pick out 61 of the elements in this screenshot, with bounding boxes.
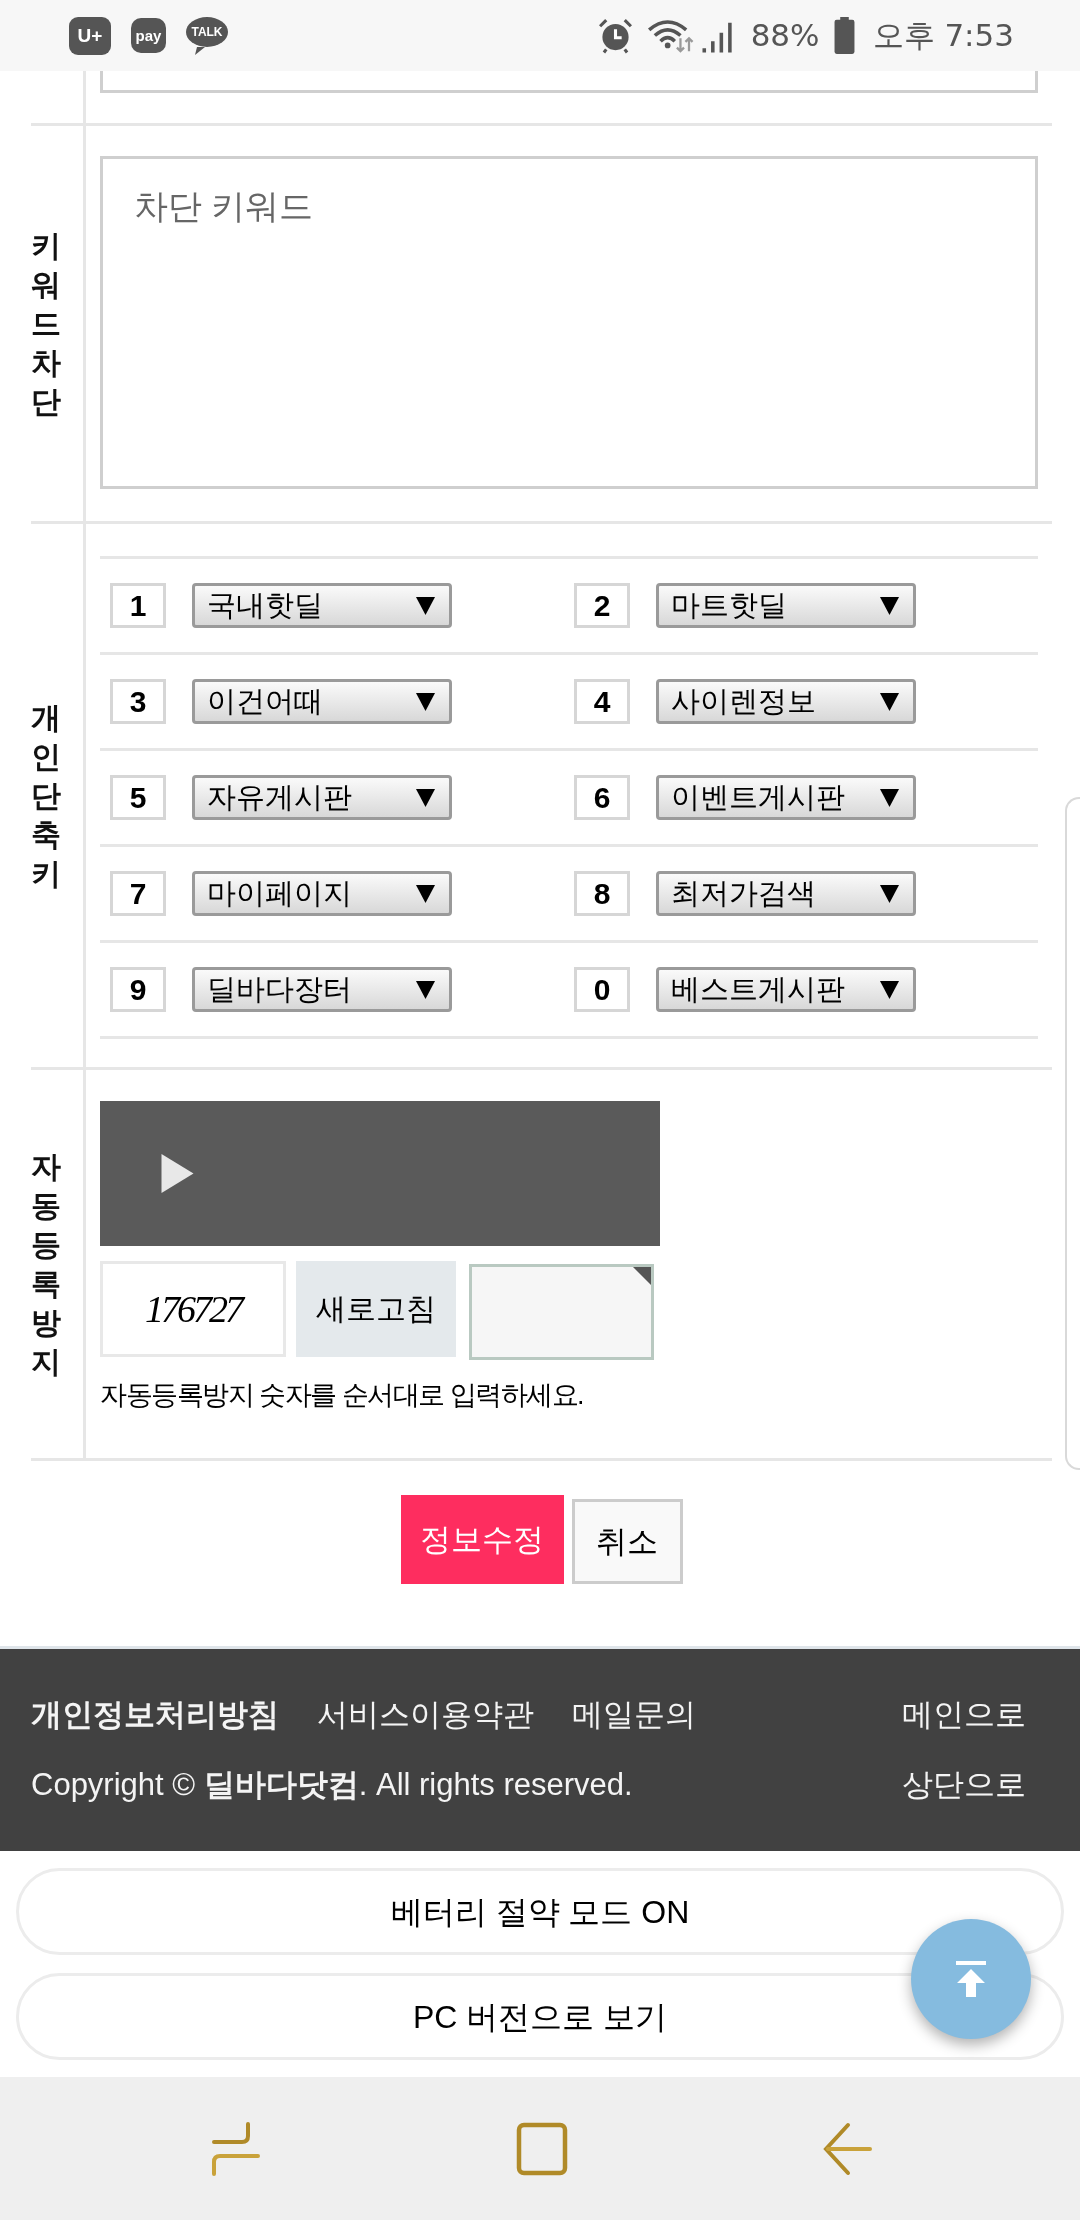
- footer-link[interactable]: 개인정보처리방침: [31, 1694, 279, 1736]
- clock-time: 오후 7:53: [872, 20, 1014, 51]
- edge-panel-handle[interactable]: [1065, 797, 1080, 1470]
- caret-icon: [416, 980, 435, 999]
- board-select[interactable]: 마트핫딜: [656, 583, 916, 628]
- board-select[interactable]: 최저가검색: [656, 871, 916, 916]
- board-select[interactable]: 국내핫딜: [192, 583, 452, 628]
- refresh-button[interactable]: 새로고침: [296, 1261, 456, 1357]
- board-select[interactable]: 딜바다장터: [192, 967, 452, 1012]
- shortcut-number: 4: [574, 679, 630, 724]
- shortcut-number: 8: [574, 871, 630, 916]
- shortcut-number: 6: [574, 775, 630, 820]
- footer-link[interactable]: 서비스이용약관: [317, 1694, 534, 1736]
- section-label: 자동등록방지: [31, 1149, 61, 1380]
- footer-link[interactable]: 메인으로: [902, 1694, 1026, 1736]
- pill-button[interactable]: 베터리 절약 모드 ON: [16, 1868, 1064, 1955]
- recent-apps-icon[interactable]: [212, 2121, 262, 2176]
- carrier-icon: U+: [69, 16, 111, 55]
- pill-button[interactable]: PC 버전으로 보기: [16, 1973, 1064, 2060]
- shortcut-number: 1: [110, 583, 166, 628]
- caret-icon: [416, 692, 435, 711]
- alarm-icon: [596, 17, 634, 54]
- submit-button[interactable]: 정보수정: [400, 1495, 564, 1584]
- section-label: 키워드차단: [31, 228, 61, 420]
- board-select[interactable]: 이건어때: [192, 679, 452, 724]
- shortcut-number: 3: [110, 679, 166, 724]
- board-select[interactable]: 이벤트게시판: [656, 775, 916, 820]
- caret-icon: [416, 884, 435, 903]
- home-icon[interactable]: [516, 2121, 568, 2176]
- shortcut-number: 5: [110, 775, 166, 820]
- caret-icon: [880, 980, 899, 999]
- battery-percent: 88%: [750, 20, 820, 51]
- play-icon[interactable]: [161, 1154, 194, 1193]
- caret-icon: [880, 884, 899, 903]
- footer-link[interactable]: 메일문의: [572, 1694, 696, 1736]
- copyright-text: Copyright © 딜바다닷컴. All rights reserved.: [31, 1766, 633, 1804]
- corner-marker-icon: [633, 1267, 651, 1285]
- captcha-image: 176727: [100, 1261, 286, 1357]
- keyword-textarea[interactable]: 차단 키워드: [100, 156, 1038, 489]
- cancel-button[interactable]: 취소: [571, 1499, 683, 1584]
- section-label: 개인단축키: [31, 700, 61, 892]
- pay-app-icon: pay: [131, 18, 166, 53]
- caret-icon: [880, 692, 899, 711]
- shortcut-number: 9: [110, 967, 166, 1012]
- captcha-input[interactable]: [469, 1264, 654, 1360]
- shortcut-number: 0: [574, 967, 630, 1012]
- caret-icon: [880, 596, 899, 615]
- wifi-icon: [645, 17, 695, 54]
- caret-icon: [416, 596, 435, 615]
- shortcut-number: 2: [574, 583, 630, 628]
- footer-link[interactable]: 상단으로: [902, 1764, 1026, 1806]
- board-select[interactable]: 사이렌정보: [656, 679, 916, 724]
- captcha-hint: 자동등록방지 숫자를 순서대로 입력하세요.: [100, 1379, 584, 1412]
- board-select[interactable]: 베스트게시판: [656, 967, 916, 1012]
- shortcut-number: 7: [110, 871, 166, 916]
- caret-icon: [416, 788, 435, 807]
- board-select[interactable]: 자유게시판: [192, 775, 452, 820]
- arrow-up-to-line-icon: [956, 1961, 986, 1997]
- board-select[interactable]: 마이페이지: [192, 871, 452, 916]
- caret-icon: [880, 788, 899, 807]
- text-area[interactable]: [100, 71, 1038, 93]
